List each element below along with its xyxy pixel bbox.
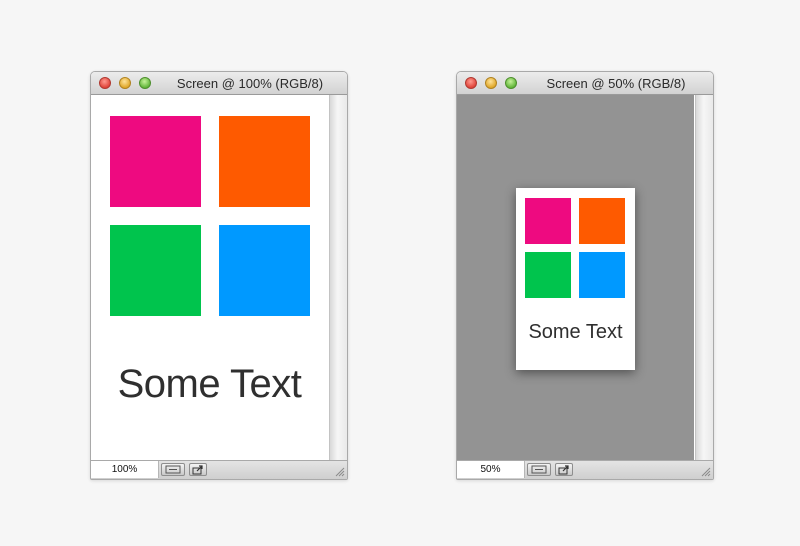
document-info-button[interactable] xyxy=(527,463,551,476)
status-bar: 100% xyxy=(91,460,347,479)
share-arrow-icon xyxy=(558,465,569,475)
share-button[interactable] xyxy=(555,463,573,476)
document-info-button[interactable] xyxy=(161,463,185,476)
window-title: Screen @ 50% (RGB/8) xyxy=(546,76,686,91)
document-info-icon xyxy=(531,465,547,474)
pink-square xyxy=(525,198,571,244)
canvas-text: Some Text xyxy=(528,321,623,343)
window-title: Screen @ 100% (RGB/8) xyxy=(176,76,324,91)
document-window-50[interactable]: Screen @ 50% (RGB/8) Some Text 50% xyxy=(456,71,714,480)
share-button[interactable] xyxy=(189,463,207,476)
blue-square xyxy=(219,225,310,316)
green-square xyxy=(110,225,201,316)
resize-grip-icon[interactable] xyxy=(333,465,345,477)
title-bar[interactable]: Screen @ 100% (RGB/8) xyxy=(91,72,347,95)
pink-square xyxy=(110,116,201,207)
orange-square xyxy=(579,198,625,244)
vertical-scrollbar[interactable] xyxy=(695,95,713,460)
green-square xyxy=(525,252,571,298)
document-window-100[interactable]: Screen @ 100% (RGB/8) Some Text 100% xyxy=(90,71,348,480)
document-canvas[interactable]: Some Text xyxy=(516,188,635,370)
zoom-level-field[interactable]: 100% xyxy=(91,461,159,478)
title-bar[interactable]: Screen @ 50% (RGB/8) xyxy=(457,72,713,95)
document-info-icon xyxy=(165,465,181,474)
canvas[interactable]: Some Text xyxy=(91,95,328,460)
resize-grip-icon[interactable] xyxy=(699,465,711,477)
canvas-text: Some Text xyxy=(117,362,302,406)
vertical-scrollbar[interactable] xyxy=(329,95,347,460)
status-bar: 50% xyxy=(457,460,713,479)
zoom-level-field[interactable]: 50% xyxy=(457,461,525,478)
blue-square xyxy=(579,252,625,298)
canvas-pasteboard[interactable]: Some Text xyxy=(457,95,694,460)
orange-square xyxy=(219,116,310,207)
share-arrow-icon xyxy=(192,465,203,475)
